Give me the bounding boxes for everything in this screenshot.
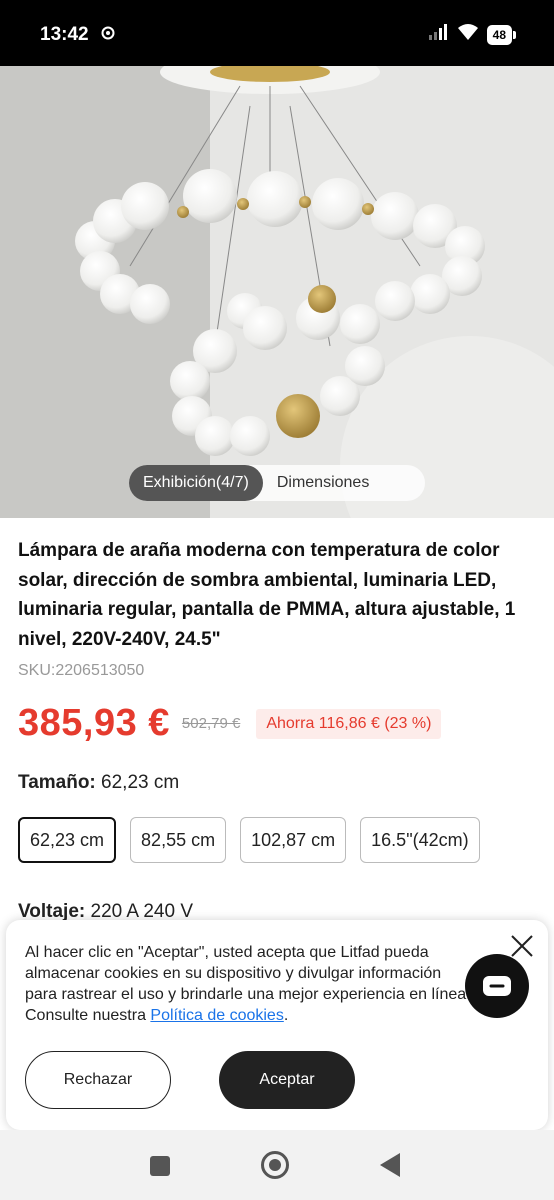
voltage-value: 220 A 240 V bbox=[90, 901, 194, 922]
status-icons: 48 bbox=[428, 23, 517, 46]
size-options: 62,23 cm 82,55 cm 102,87 cm 16.5"(42cm) bbox=[18, 817, 480, 863]
size-option[interactable]: 16.5"(42cm) bbox=[360, 817, 480, 863]
size-option[interactable]: 82,55 cm bbox=[130, 817, 227, 863]
settings-icon bbox=[100, 25, 116, 46]
cookie-policy-link[interactable]: Política de cookies bbox=[150, 1007, 283, 1024]
current-price: 385,93 € bbox=[18, 702, 170, 744]
status-time: 13:42 bbox=[40, 24, 89, 45]
original-price: 502,79 € bbox=[181, 715, 241, 732]
accept-button[interactable]: Aceptar bbox=[219, 1051, 355, 1109]
wifi-icon bbox=[457, 23, 479, 46]
cookie-message: Al hacer clic en "Aceptar", usted acepta… bbox=[25, 942, 475, 1026]
tab-dimensions[interactable]: Dimensiones bbox=[263, 465, 383, 501]
savings-badge: Ahorra 116,86 € (23 %) bbox=[256, 708, 442, 739]
size-option[interactable]: 62,23 cm bbox=[18, 817, 117, 863]
size-label: Tamaño: 62,23 cm bbox=[18, 772, 179, 794]
cookie-message-suffix: . bbox=[283, 1007, 289, 1024]
status-bar: 13:42 48 bbox=[0, 0, 554, 66]
recents-icon[interactable] bbox=[150, 1156, 170, 1176]
home-icon[interactable] bbox=[261, 1151, 289, 1179]
size-selected-value: 62,23 cm bbox=[101, 772, 180, 793]
size-label-title: Tamaño: bbox=[18, 772, 96, 793]
back-icon[interactable] bbox=[380, 1153, 400, 1177]
media-tabs: Exhibición(4/7) Dimensiones bbox=[129, 465, 425, 501]
close-icon[interactable] bbox=[508, 932, 536, 960]
tab-exhibition[interactable]: Exhibición(4/7) bbox=[129, 465, 263, 501]
chat-icon bbox=[483, 976, 511, 996]
battery-icon: 48 bbox=[486, 24, 517, 45]
size-option[interactable]: 102,87 cm bbox=[240, 817, 347, 863]
chandelier-illustration bbox=[0, 66, 554, 518]
reject-button[interactable]: Rechazar bbox=[25, 1051, 171, 1109]
product-title: Lámpara de araña moderna con temperatura… bbox=[18, 540, 516, 650]
chat-button[interactable] bbox=[465, 954, 529, 1018]
system-nav-bar bbox=[0, 1130, 554, 1200]
product-image[interactable]: Exhibición(4/7) Dimensiones bbox=[0, 66, 554, 518]
price-row: 385,93 € 502,79 € Ahorra 116,86 € (23 %) bbox=[18, 702, 442, 745]
product-sku: SKU:2206513050 bbox=[18, 662, 145, 679]
voltage-label-title: Voltaje: bbox=[18, 901, 86, 922]
signal-icon bbox=[428, 24, 449, 45]
cookie-consent-dialog: Al hacer clic en "Aceptar", usted acepta… bbox=[6, 920, 548, 1130]
